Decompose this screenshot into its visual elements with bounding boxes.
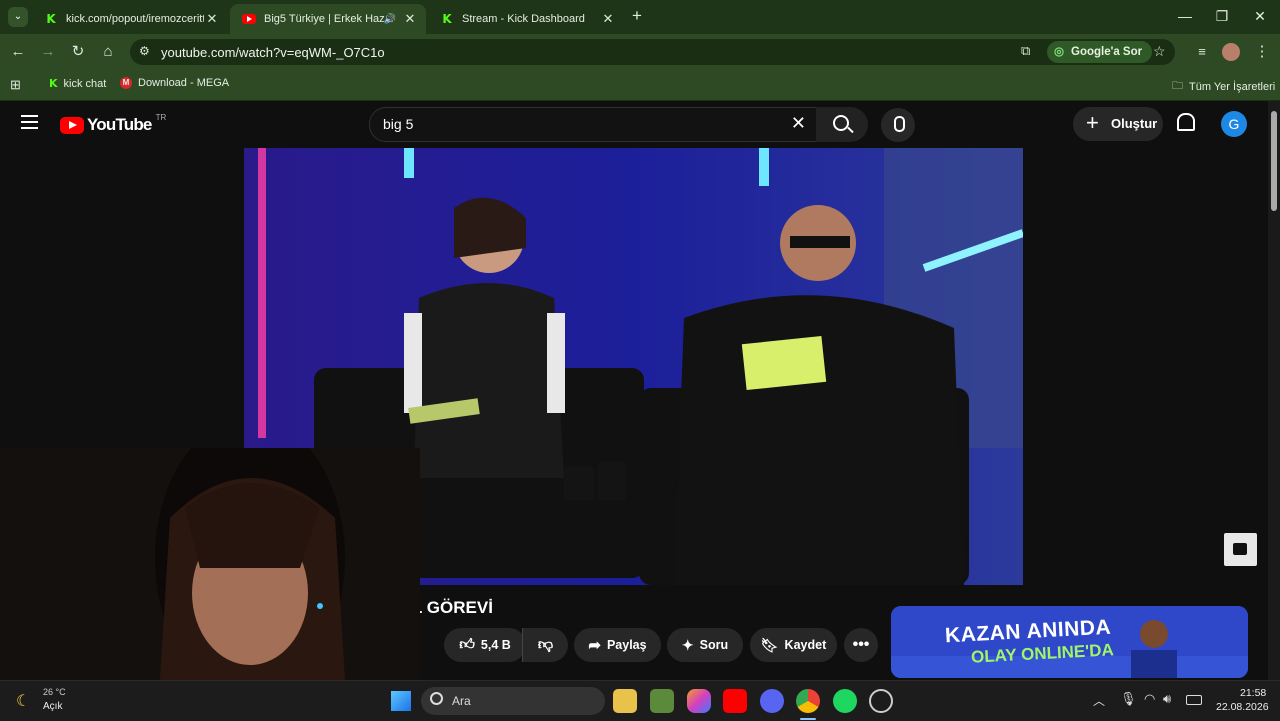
notifications-bell-icon[interactable] (1177, 113, 1195, 131)
speaker-icon[interactable]: 🔊 (384, 14, 396, 25)
reload-button[interactable]: ↻ (68, 42, 88, 62)
url-text[interactable]: youtube.com/watch?v=eqWM-_O7C1o (161, 45, 385, 60)
spotify-icon[interactable] (833, 689, 857, 713)
picture-in-picture-icon (1233, 543, 1247, 555)
cast-icon[interactable]: ⧉ (1021, 43, 1030, 59)
close-icon[interactable]: ✕ (204, 11, 220, 27)
file-explorer-icon[interactable] (613, 689, 637, 713)
microphone-icon (894, 116, 905, 132)
account-avatar[interactable]: G (1221, 111, 1247, 137)
lens-icon: ◎ (1054, 46, 1065, 58)
bookmark-icon: 🔖︎ (760, 636, 779, 653)
address-bar[interactable]: ⚙ youtube.com/watch?v=eqWM-_O7C1o ⧉ ◎ Go… (130, 39, 1175, 65)
page-scrollbar[interactable] (1268, 101, 1280, 680)
clock-date[interactable]: 22.08.2026 (1216, 701, 1269, 713)
like-button[interactable]: 👍︎ 5,4 B (444, 628, 526, 662)
discord-icon[interactable] (760, 689, 784, 713)
sparkle-icon: ✦ (681, 636, 694, 653)
search-input[interactable]: big 5 ✕ (369, 107, 817, 142)
more-actions-button[interactable]: ••• (844, 628, 878, 662)
tab-kick-dashboard[interactable]: K Stream - Kick Dashboard ✕ (428, 4, 624, 34)
close-icon[interactable]: ✕ (402, 11, 418, 27)
menu-icon[interactable]: ⋮ (1252, 42, 1272, 62)
search-icon (430, 692, 443, 705)
webcam-overlay (0, 448, 420, 680)
extra-app-icon[interactable] (869, 689, 893, 713)
minecraft-icon[interactable] (650, 689, 674, 713)
share-icon: ➦ (588, 637, 601, 654)
close-window-button[interactable]: ✕ (1250, 8, 1270, 25)
restore-button[interactable]: ❐ (1212, 8, 1232, 25)
tab-search-button[interactable]: ⌄ (8, 7, 28, 27)
wifi-icon[interactable]: ◠ (1144, 691, 1155, 707)
bookmark-star-icon[interactable]: ☆ (1153, 43, 1166, 60)
tab-title: Big5 Türkiye | Erkek Hazırlık (264, 13, 384, 25)
tab-title: kick.com/popout/iremozceritt/c (66, 13, 204, 25)
thumbs-down-icon: 👎︎ (537, 636, 554, 653)
bookmarks-bar: ⊞ K kick chat M Download - MEGA 🗀 Tüm Ye… (0, 70, 1280, 101)
kick-icon: K (46, 12, 56, 26)
browser-toolbar: ← → ↻ ⌂ ⚙ youtube.com/watch?v=eqWM-_O7C1… (0, 34, 1280, 70)
home-button[interactable]: ⌂ (98, 42, 118, 62)
plus-icon: + (1086, 110, 1099, 135)
clear-search-icon[interactable]: ✕ (791, 113, 806, 134)
mega-icon: M (120, 77, 132, 89)
battery-icon[interactable] (1186, 695, 1202, 705)
bookmark-mega[interactable]: M Download - MEGA (120, 77, 229, 89)
volume-icon[interactable]: 🔊︎ (1163, 691, 1171, 707)
tab-youtube-video[interactable]: Big5 Türkiye | Erkek Hazırlık 🔊 ✕ (230, 4, 426, 34)
youtube-play-icon (60, 116, 84, 134)
browser-tab-strip: ⌄ K kick.com/popout/iremozceritt/c ✕ Big… (0, 0, 1280, 34)
copilot-icon[interactable] (687, 689, 711, 713)
windows-taskbar: ☾ 26 °C Açık Ara ︿ 🎙︎ ◠ 🔊︎ 21:58 22.08.2… (0, 680, 1280, 721)
taskbar-search-box[interactable]: Ara (421, 687, 605, 715)
more-horizontal-icon: ••• (852, 636, 870, 653)
bookmark-kick-chat[interactable]: K kick chat (49, 77, 106, 90)
close-icon[interactable]: ✕ (600, 11, 616, 27)
new-tab-button[interactable]: + (632, 6, 642, 26)
tab-kick-chat[interactable]: K kick.com/popout/iremozceritt/c ✕ (32, 4, 228, 34)
forward-button[interactable]: → (38, 42, 58, 62)
folder-icon: 🗀 (1172, 80, 1183, 92)
microphone-tray-icon[interactable]: 🎙︎ (1120, 691, 1137, 707)
dislike-button[interactable]: 👎︎ (522, 628, 568, 662)
all-bookmarks[interactable]: 🗀 Tüm Yer İşaretleri (1172, 77, 1275, 96)
back-button[interactable]: ← (8, 42, 28, 62)
search-icon (833, 115, 849, 131)
youtube-app-icon[interactable] (723, 689, 747, 713)
kick-icon: K (442, 12, 452, 26)
windows-icon (391, 691, 411, 711)
share-button[interactable]: ➦ Paylaş (574, 628, 661, 662)
tab-title: Stream - Kick Dashboard (462, 13, 585, 25)
video-title: L GÖREVİ (412, 598, 493, 617)
minimize-button[interactable]: — (1175, 8, 1195, 24)
apps-grid-icon[interactable]: ⊞ (10, 77, 21, 93)
show-hidden-icons[interactable]: ︿ (1093, 692, 1105, 709)
hamburger-menu-icon[interactable] (21, 115, 38, 129)
google-ask-button[interactable]: ◎ Google'a Sor (1047, 41, 1153, 63)
moon-icon: ☾ (16, 693, 31, 710)
thumbs-up-icon: 👍︎ (459, 636, 475, 653)
ask-button[interactable]: ✦ Soru (667, 628, 743, 662)
webcam-frame (0, 448, 420, 680)
chrome-icon[interactable] (796, 689, 820, 713)
youtube-logo[interactable]: YouTube TR (60, 113, 166, 135)
clock-time[interactable]: 21:58 (1240, 687, 1266, 699)
voice-search-button[interactable] (881, 108, 915, 142)
save-button[interactable]: 🔖︎ Kaydet (750, 628, 837, 662)
search-button[interactable] (816, 107, 868, 142)
create-button[interactable]: + Oluştur (1073, 107, 1163, 141)
miniplayer-button[interactable] (1224, 533, 1257, 566)
start-button[interactable] (389, 689, 413, 713)
youtube-header: YouTube TR big 5 ✕ + Oluştur G (0, 101, 1268, 147)
ad-banner[interactable]: KAZAN ANINDA OLAY ONLINE'DA (891, 606, 1248, 678)
youtube-icon (242, 12, 256, 26)
kick-icon: K (49, 77, 58, 90)
site-info-icon[interactable]: ⚙ (139, 44, 150, 58)
profile-avatar[interactable] (1222, 43, 1240, 61)
tab-media-icon[interactable]: ≡ (1192, 42, 1212, 62)
